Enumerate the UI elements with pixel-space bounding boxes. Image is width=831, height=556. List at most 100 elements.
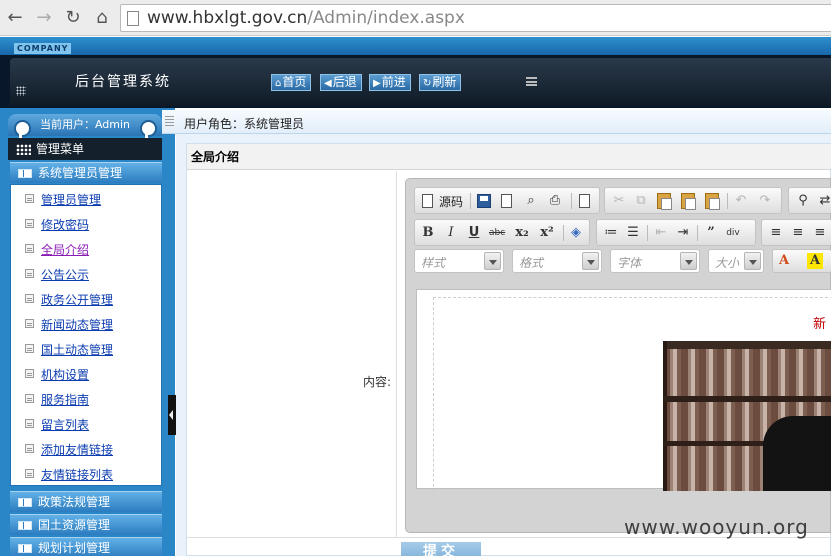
role-text: 用户角色：系统管理员 [184,117,305,131]
format-select[interactable]: 格式 [512,249,602,273]
background-color-icon[interactable]: A [807,253,823,269]
outdent-icon[interactable]: ⇤ [653,225,669,241]
find-icon[interactable]: ⚲ [795,193,811,209]
italic-icon[interactable]: I [443,225,459,241]
new-page-icon[interactable] [501,194,512,208]
list-item: 机构设置 [11,361,161,386]
editor-content-area[interactable]: 新 [416,289,831,497]
style-select[interactable]: 样式 [414,249,504,273]
bold-icon[interactable]: B [420,225,436,241]
sidebar-link-admin-manage[interactable]: 管理员管理 [41,191,101,208]
copy-icon[interactable]: ⧉ [633,193,649,209]
cut-icon[interactable]: ✂ [611,193,627,209]
font-select[interactable]: 字体 [610,249,700,273]
sidebar-link-org-setup[interactable]: 机构设置 [41,366,89,383]
remove-format-icon[interactable]: ◈ [568,225,584,241]
home-icon[interactable]: ⌂ [91,7,113,29]
embedded-photo [663,341,831,491]
toolbar-separator [571,193,572,209]
toolbar-group-basic-styles: B I U abc x₂ x² ◈ [414,219,590,246]
folder-icon [18,169,32,178]
company-tag: COMPANY [14,43,72,54]
url-path: /Admin/index.aspx [307,8,465,28]
source-button[interactable]: 源码 [439,193,463,210]
blockquote-icon[interactable]: ” [703,225,719,241]
indent-icon[interactable]: ⇥ [675,225,691,241]
submit-button[interactable]: 提交 [401,542,481,556]
section-label: 系统管理员管理 [38,166,123,180]
menu-title: 管理菜单 [8,138,162,160]
subscript-icon[interactable]: x₂ [514,225,530,241]
sidebar-link-service-guide[interactable]: 服务指南 [41,391,89,408]
back-arrow-icon[interactable]: ← [4,7,26,29]
numbered-list-icon[interactable]: ≔ [603,225,619,241]
list-item: 友情链接列表 [11,461,161,486]
redo-icon[interactable]: ↷ [757,193,773,209]
list-item: 修改密码 [11,211,161,236]
refresh-button-label: 刷新 [432,75,457,89]
div-container-icon[interactable]: div [725,225,741,241]
section-system-admin[interactable]: 系统管理员管理 [10,162,162,183]
paste-text-icon[interactable] [681,193,696,210]
sidebar-link-news[interactable]: 新闻动态管理 [41,316,113,333]
sidebar-link-land-news[interactable]: 国土动态管理 [41,341,113,358]
sidebar-link-add-friend-link[interactable]: 添加友情链接 [41,441,113,458]
document-icon [25,419,34,428]
list-item: 公告公示 [11,261,161,286]
menu-title-label: 管理菜单 [36,142,85,156]
sidebar-link-messages[interactable]: 留言列表 [41,416,89,433]
home-button[interactable]: ⌂首页 [271,74,312,91]
templates-icon[interactable] [579,194,590,208]
header-strip: COMPANY [0,37,831,55]
photo-shelf [663,396,831,402]
preview-icon[interactable]: ⌕ [523,193,539,209]
rich-text-editor: 源码 ⌕ ⎙ ✂ ⧉ ↶ ↷ ⚲ ⇄ B I U abc x₂ x² ◈ ≔ ☰… [405,178,831,533]
chevron-down-icon[interactable] [680,252,697,270]
document-icon [25,469,34,478]
paste-icon[interactable] [657,193,672,210]
toolbar-separator [697,225,698,241]
back-button-label: 后退 [332,75,357,89]
align-left-icon[interactable]: ≡ [768,225,784,241]
forward-arrow-icon[interactable]: → [33,7,55,29]
align-right-icon[interactable]: ≡ [812,225,828,241]
sidebar-link-gov-open[interactable]: 政务公开管理 [41,291,113,308]
role-bar: 用户角色：系统管理员 [162,110,831,134]
superscript-icon[interactable]: x² [539,225,555,241]
list-item: 政务公开管理 [11,286,161,311]
section-land-resources[interactable]: 国土资源管理 [10,514,162,535]
chevron-down-icon[interactable] [744,252,761,270]
chevron-down-icon[interactable] [484,252,501,270]
collapse-sidebar-handle[interactable] [168,395,176,435]
home-button-label: 首页 [282,75,307,89]
forward-button[interactable]: ▶前进 [369,74,411,91]
underline-icon[interactable]: U [466,225,482,241]
bulleted-list-icon[interactable]: ☰ [625,225,641,241]
paste-word-icon[interactable] [705,193,720,210]
text-color-icon[interactable]: A [776,253,792,269]
section-planning[interactable]: 规划计划管理 [10,537,162,556]
format-select-placeholder: 格式 [519,256,544,270]
menu-lines-icon[interactable] [526,77,537,86]
forward-button-label: 前进 [381,75,406,89]
sidebar-link-announcements[interactable]: 公告公示 [41,266,89,283]
refresh-icon: ↻ [423,78,432,89]
undo-icon[interactable]: ↶ [733,193,749,209]
address-bar[interactable]: www.hbxlgt.gov.cn/Admin/index.aspx [120,4,831,32]
replace-icon[interactable]: ⇄ [817,193,831,209]
back-button[interactable]: ◀后退 [320,74,362,91]
print-icon[interactable]: ⎙ [547,193,563,209]
label-cell: 内容: [187,171,397,537]
align-center-icon[interactable]: ≡ [790,225,806,241]
document-icon [25,344,34,353]
save-icon[interactable] [477,194,491,208]
sidebar-link-global-intro[interactable]: 全局介绍 [41,241,89,258]
reload-icon[interactable]: ↻ [62,7,84,29]
section-policy[interactable]: 政策法规管理 [10,491,162,512]
refresh-button[interactable]: ↻刷新 [419,74,462,91]
size-select[interactable]: 大小 [708,249,764,273]
sidebar-link-friend-link-list[interactable]: 友情链接列表 [41,466,113,483]
chevron-down-icon[interactable] [582,252,599,270]
sidebar-link-change-password[interactable]: 修改密码 [41,216,89,233]
strikethrough-icon[interactable]: abc [489,225,505,241]
